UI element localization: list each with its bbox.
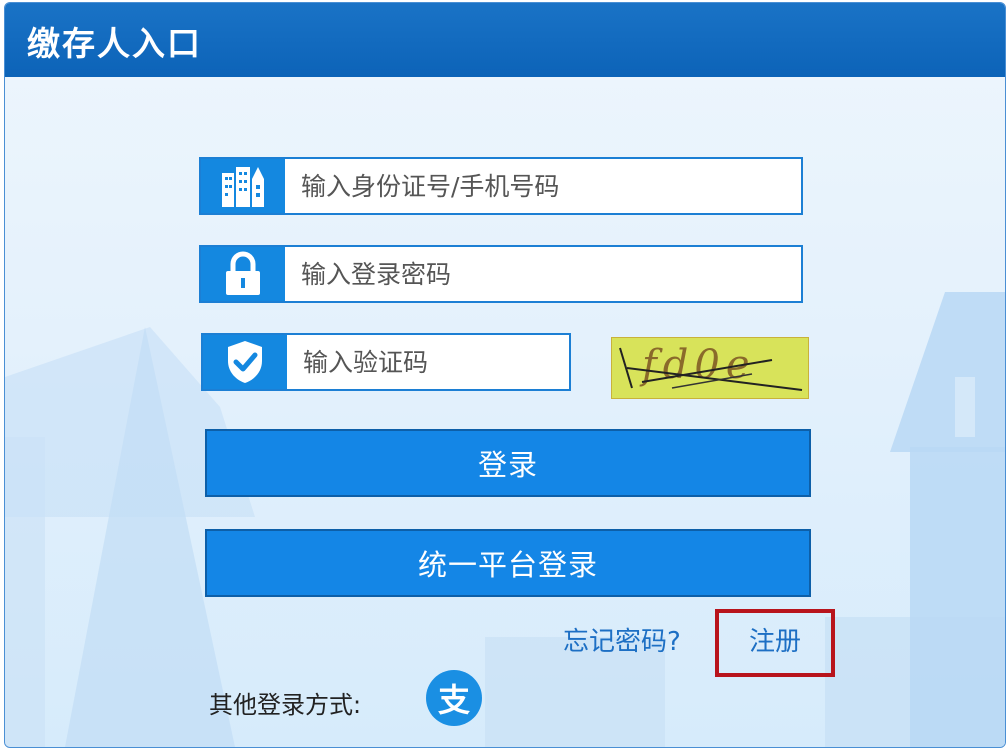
forgot-password-link[interactable]: 忘记密码? (563, 621, 681, 658)
login-panel: 缴存人入口 输入身份证号/手机号码 输入验证码 fd0e 登录 统一平台登录 忘… (4, 2, 1006, 748)
captcha-input[interactable] (289, 335, 569, 389)
panel-header: 缴存人入口 (5, 3, 1005, 77)
id-input[interactable] (287, 159, 801, 213)
password-input[interactable] (287, 247, 801, 301)
shield-check-icon (228, 341, 262, 383)
register-link[interactable]: 注册 (749, 621, 801, 658)
captcha-field[interactable] (201, 333, 571, 391)
id-field[interactable] (199, 157, 803, 215)
password-field[interactable] (199, 245, 803, 303)
captcha-image[interactable]: fd0e (611, 337, 809, 399)
lock-icon (226, 251, 260, 295)
alipay-icon[interactable]: 支 (426, 670, 482, 726)
alipay-glyph: 支 (437, 681, 470, 719)
unified-platform-login-button[interactable]: 统一平台登录 (205, 529, 811, 597)
lock-icon-box (201, 247, 285, 301)
building-icon-box (201, 159, 285, 213)
building-icon (222, 167, 264, 207)
other-login-label: 其他登录方式: (209, 691, 362, 719)
login-button[interactable]: 登录 (205, 429, 811, 497)
captcha-noise (619, 347, 803, 391)
shield-icon-box (203, 335, 287, 389)
page-title: 缴存人入口 (27, 24, 202, 63)
